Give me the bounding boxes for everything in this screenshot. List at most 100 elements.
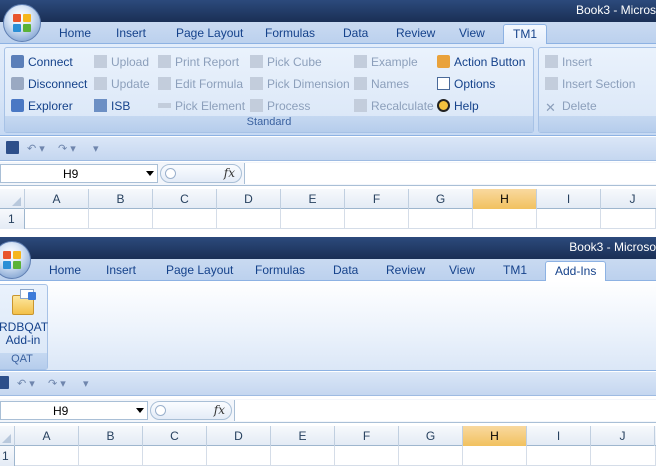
cell[interactable] bbox=[89, 209, 153, 229]
tab-insert[interactable]: Insert bbox=[106, 263, 136, 277]
tab-formulas[interactable]: Formulas bbox=[255, 263, 305, 277]
redo-icon[interactable]: ↷ ▾ bbox=[48, 377, 66, 390]
resize-knob-icon[interactable] bbox=[165, 168, 176, 179]
cell[interactable] bbox=[281, 209, 345, 229]
rdbqat-add-in-button[interactable]: RDBQAT Add-in bbox=[0, 289, 48, 347]
column-header-e[interactable]: E bbox=[281, 189, 345, 209]
pick-cube-button[interactable]: Pick Cube bbox=[250, 55, 322, 73]
cell[interactable] bbox=[217, 209, 281, 229]
isb-button[interactable]: ISB bbox=[94, 99, 130, 117]
cell[interactable] bbox=[79, 446, 143, 466]
tab-home[interactable]: Home bbox=[59, 26, 91, 40]
connect-button[interactable]: Connect bbox=[11, 55, 73, 73]
column-header-f[interactable]: F bbox=[335, 426, 399, 446]
column-header-j[interactable]: J bbox=[591, 426, 655, 446]
column-header-h[interactable]: H bbox=[463, 426, 527, 446]
insert-section-button[interactable]: Insert Section bbox=[545, 77, 635, 95]
insert-function-icon[interactable]: fx bbox=[224, 166, 235, 180]
recalculate-button[interactable]: Recalculate bbox=[354, 99, 434, 117]
office-button[interactable] bbox=[3, 4, 41, 42]
tab-data[interactable]: Data bbox=[343, 26, 368, 40]
tab-add-ins[interactable]: Add-Ins bbox=[545, 261, 607, 282]
cell[interactable] bbox=[15, 446, 79, 466]
pick-element-button[interactable]: Pick Element bbox=[158, 99, 245, 117]
cell[interactable] bbox=[591, 446, 656, 466]
options-button[interactable]: Options bbox=[437, 77, 495, 95]
save-icon[interactable] bbox=[6, 141, 19, 154]
undo-icon[interactable]: ↶ ▾ bbox=[27, 142, 45, 155]
tab-review[interactable]: Review bbox=[396, 26, 435, 40]
formula-input[interactable] bbox=[234, 400, 656, 421]
tab-data[interactable]: Data bbox=[333, 263, 358, 277]
cell[interactable] bbox=[271, 446, 335, 466]
column-header-j[interactable]: J bbox=[601, 189, 656, 209]
print-report-button[interactable]: Print Report bbox=[158, 55, 239, 73]
pick-dimension-button[interactable]: Pick Dimension bbox=[250, 77, 350, 95]
cell[interactable] bbox=[345, 209, 409, 229]
tab-home[interactable]: Home bbox=[49, 263, 81, 277]
redo-icon[interactable]: ↷ ▾ bbox=[58, 142, 76, 155]
insert-button[interactable]: Insert bbox=[545, 55, 592, 73]
column-header-g[interactable]: G bbox=[409, 189, 473, 209]
insert-function-icon[interactable]: fx bbox=[214, 403, 225, 417]
cell[interactable] bbox=[153, 209, 217, 229]
process-button[interactable]: Process bbox=[250, 99, 310, 117]
edit-formula-button[interactable]: Edit Formula bbox=[158, 77, 243, 95]
update-button[interactable]: Update bbox=[94, 77, 150, 95]
delete-button[interactable]: ✕ Delete bbox=[545, 99, 597, 117]
tab-review[interactable]: Review bbox=[386, 263, 425, 277]
column-header-a[interactable]: A bbox=[15, 426, 79, 446]
tab-page-layout[interactable]: Page Layout bbox=[176, 26, 243, 40]
upload-button[interactable]: Upload bbox=[94, 55, 149, 73]
column-header-d[interactable]: D bbox=[217, 189, 281, 209]
cell[interactable] bbox=[25, 209, 89, 229]
action-button-button[interactable]: Action Button bbox=[437, 55, 525, 73]
tab-insert[interactable]: Insert bbox=[116, 26, 146, 40]
cell[interactable] bbox=[527, 446, 591, 466]
column-header-g[interactable]: G bbox=[399, 426, 463, 446]
disconnect-button[interactable]: Disconnect bbox=[11, 77, 87, 95]
formula-input[interactable] bbox=[244, 163, 656, 184]
column-header-c[interactable]: C bbox=[153, 189, 217, 209]
column-header-f[interactable]: F bbox=[345, 189, 409, 209]
row-header-1[interactable]: 1 bbox=[0, 209, 25, 229]
column-header-e[interactable]: E bbox=[271, 426, 335, 446]
column-header-i[interactable]: I bbox=[537, 189, 601, 209]
column-header-i[interactable]: I bbox=[527, 426, 591, 446]
cell[interactable] bbox=[207, 446, 271, 466]
column-header-c[interactable]: C bbox=[143, 426, 207, 446]
column-header-d[interactable]: D bbox=[207, 426, 271, 446]
customize-qat-icon[interactable]: ▾ bbox=[93, 142, 99, 155]
cell[interactable] bbox=[463, 446, 527, 466]
cell[interactable] bbox=[399, 446, 463, 466]
column-header-b[interactable]: B bbox=[79, 426, 143, 446]
tab-view[interactable]: View bbox=[449, 263, 475, 277]
tab-tm1[interactable]: TM1 bbox=[503, 263, 527, 277]
select-all-corner[interactable] bbox=[0, 189, 25, 209]
cell[interactable] bbox=[537, 209, 601, 229]
customize-qat-icon[interactable]: ▾ bbox=[83, 377, 89, 390]
name-box[interactable]: H9 bbox=[0, 401, 148, 420]
cell[interactable] bbox=[143, 446, 207, 466]
tab-view[interactable]: View bbox=[459, 26, 485, 40]
row-header-1[interactable]: 1 bbox=[0, 446, 15, 466]
select-all-corner[interactable] bbox=[0, 426, 15, 446]
example-button[interactable]: Example bbox=[354, 55, 418, 73]
names-button[interactable]: Names bbox=[354, 77, 409, 95]
cell[interactable] bbox=[335, 446, 399, 466]
chevron-down-icon[interactable] bbox=[136, 408, 144, 413]
cell[interactable] bbox=[473, 209, 537, 229]
tab-page-layout[interactable]: Page Layout bbox=[166, 263, 233, 277]
resize-knob-icon[interactable] bbox=[155, 405, 166, 416]
tab-tm1[interactable]: TM1 bbox=[503, 24, 547, 45]
tab-formulas[interactable]: Formulas bbox=[265, 26, 315, 40]
column-header-h[interactable]: H bbox=[473, 189, 537, 209]
name-box[interactable]: H9 bbox=[0, 164, 158, 183]
cell[interactable] bbox=[601, 209, 656, 229]
column-header-b[interactable]: B bbox=[89, 189, 153, 209]
chevron-down-icon[interactable] bbox=[146, 171, 154, 176]
save-icon[interactable] bbox=[0, 376, 9, 389]
cell[interactable] bbox=[409, 209, 473, 229]
undo-icon[interactable]: ↶ ▾ bbox=[17, 377, 35, 390]
help-button[interactable]: Help bbox=[437, 99, 479, 117]
